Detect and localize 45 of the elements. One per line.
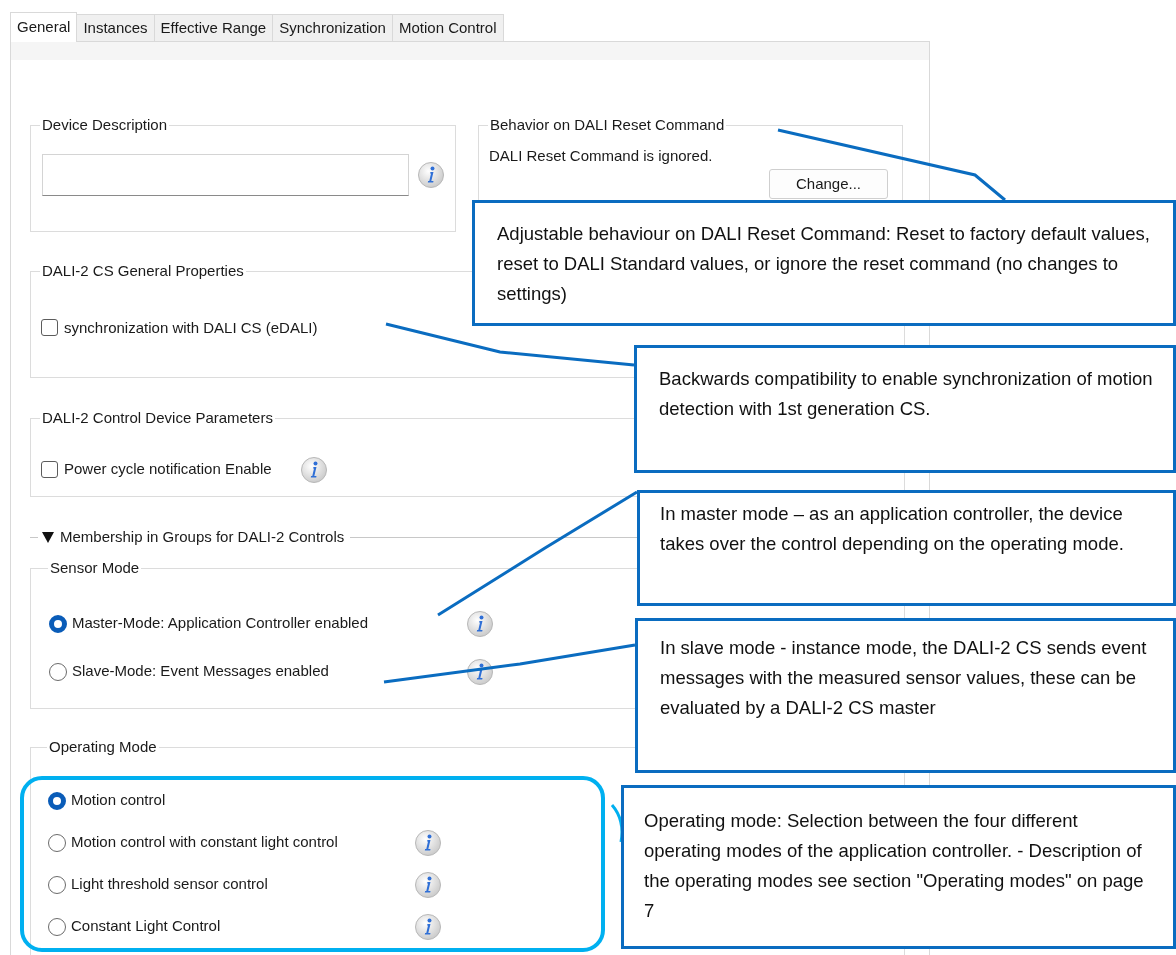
checkbox[interactable] <box>41 319 58 337</box>
radio-label: Motion control with constant light control <box>71 832 338 853</box>
info-icon[interactable] <box>414 912 442 941</box>
section-title[interactable]: Membership in Groups for DALI-2 Controls <box>58 525 347 549</box>
info-icon[interactable] <box>466 609 494 638</box>
callout-text: In slave mode - instance mode, the DALI-2 CS sends event messages with the measured sensor values, these can be evaluated by a DALI-2 CS master <box>660 636 1148 720</box>
radio-label: Light threshold sensor control <box>71 874 268 895</box>
checkbox-label: Power cycle notification Enable <box>64 459 272 480</box>
radio-button[interactable] <box>49 614 67 633</box>
description-field[interactable] <box>42 153 409 196</box>
callout-text: Backwards compatibility to enable synchronization of motion detection with 1st generation CS. <box>659 367 1154 421</box>
group-title: DALI-2 Control Device Parameters <box>42 409 273 426</box>
radio-label: Constant Light Control <box>71 916 221 937</box>
tab[interactable]: Effective Range <box>153 14 274 41</box>
info-icon[interactable] <box>466 657 494 686</box>
group-title: Operating Mode <box>49 738 157 755</box>
collapse-triangle-icon[interactable] <box>41 530 55 544</box>
group-title: DALI-2 CS General Properties <box>42 262 244 279</box>
tab[interactable]: Synchronization <box>272 14 393 41</box>
radio-label: Slave-Mode: Event Messages enabled <box>72 661 329 682</box>
radio-button[interactable] <box>48 833 66 852</box>
info-icon[interactable] <box>417 160 445 189</box>
callout-text: Operating mode: Selection between the four different operating modes of the application controller. - Description of the operating modes see section "Operating modes" on page 7 <box>644 809 1145 923</box>
checkbox[interactable] <box>41 461 58 478</box>
radio-label: Motion control <box>71 790 166 811</box>
group-title: Device Description <box>42 116 168 133</box>
callout-text: Adjustable behaviour on DALI Reset Command: Reset to factory default values, reset to DALI Standard values, or ignore the reset command (no changes to settings) <box>497 222 1151 306</box>
radio-button[interactable] <box>48 917 66 936</box>
leader-line <box>610 804 624 843</box>
radio-label: Master-Mode: Application Controller enabled <box>72 613 368 634</box>
group-title: Behavior on DALI Reset Command <box>490 116 725 133</box>
tab[interactable]: Instances <box>76 14 155 41</box>
tab[interactable]: Motion Control <box>391 14 504 41</box>
radio-button[interactable] <box>48 875 66 894</box>
checkbox-label: synchronization with DALI CS (eDALI) <box>64 317 318 338</box>
callout-text: In master mode – as an application controller, the device takes over the control depending on the operating mode. <box>660 502 1125 556</box>
tab[interactable]: General <box>10 12 78 42</box>
reset-status-text: DALI Reset Command is ignored. <box>489 145 714 166</box>
group-title: Sensor Mode <box>50 559 140 576</box>
change-button[interactable]: Change... <box>769 169 888 199</box>
info-icon[interactable] <box>414 828 442 857</box>
radio-button[interactable] <box>48 791 66 810</box>
radio-button[interactable] <box>49 662 67 681</box>
info-icon[interactable] <box>414 870 442 899</box>
info-icon[interactable] <box>299 455 328 484</box>
